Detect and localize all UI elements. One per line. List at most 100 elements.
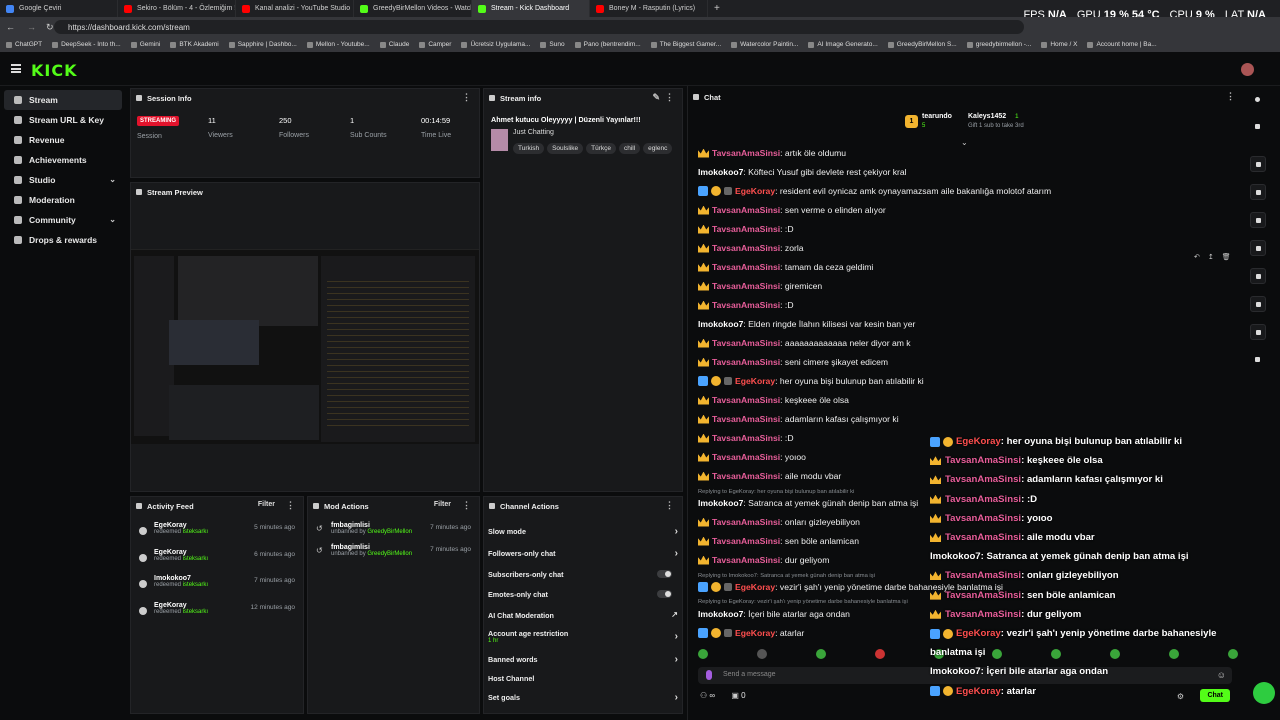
chat-username[interactable]: TavsanAmaSinsi	[712, 471, 780, 481]
info-icon[interactable]	[1250, 92, 1266, 108]
mic-icon[interactable]	[706, 670, 712, 680]
sidebar-item-stream[interactable]: Stream	[4, 90, 122, 110]
chat-username[interactable]: TavsanAmaSinsi	[712, 300, 780, 310]
chat-username[interactable]: TavsanAmaSinsi	[712, 414, 780, 424]
chat-message[interactable]: EgeKoray: atarlar	[698, 627, 804, 639]
chat-message[interactable]: TavsanAmaSinsi: onları gizleyebiliyon	[698, 516, 860, 528]
more-icon[interactable]: ⋮	[462, 92, 471, 103]
bookmark-item[interactable]: AI Image Generato...	[808, 41, 878, 48]
chat-message[interactable]: TavsanAmaSinsi: :D	[698, 299, 794, 311]
chat-message[interactable]: TavsanAmaSinsi: dur geliyom	[698, 554, 829, 566]
chat-message[interactable]: TavsanAmaSinsi: keşkeee öle olsa	[698, 394, 849, 406]
chat-message[interactable]: EgeKoray: her oyuna bişi bulunup ban atı…	[698, 375, 924, 387]
chat-message[interactable]: TavsanAmaSinsi: aile modu vbar	[698, 470, 841, 482]
kick-logo[interactable]: KICK	[31, 61, 78, 80]
bookmark-item[interactable]: Pano (bentrendim...	[574, 41, 641, 48]
chat-username[interactable]: EgeKoray	[735, 376, 775, 386]
chat-username[interactable]: TavsanAmaSinsi	[712, 243, 780, 253]
bookmark-item[interactable]: Gemini	[130, 41, 160, 48]
bookmark-item[interactable]: greedybirmellon -...	[966, 41, 1031, 48]
avatar[interactable]	[1241, 63, 1254, 76]
chat-username[interactable]: TavsanAmaSinsi	[712, 224, 780, 234]
wrench-icon[interactable]	[1250, 324, 1266, 340]
sidebar-item-community[interactable]: Community ⌄	[4, 210, 122, 230]
chat-username[interactable]: TavsanAmaSinsi	[712, 395, 780, 405]
chat-username[interactable]: Imokokoo7	[698, 498, 743, 508]
chat-message[interactable]: TavsanAmaSinsi: zorla	[698, 242, 804, 254]
filter-button[interactable]: Filter	[258, 501, 275, 508]
bookmark-item[interactable]: Account home | Ba...	[1087, 41, 1157, 48]
browser-tab[interactable]: GreedyBirMellon Videos - Watch C	[354, 0, 472, 17]
chat-username[interactable]: TavsanAmaSinsi	[712, 205, 780, 215]
slow-mode-action[interactable]: Slow mode ›	[488, 526, 678, 537]
more-icon[interactable]: ⋮	[665, 500, 674, 511]
edit-icon[interactable]: ✎	[652, 92, 660, 103]
crop-icon[interactable]	[1250, 156, 1266, 172]
ai-moderation-action[interactable]: AI Chat Moderation ↗	[488, 610, 678, 620]
emote-icon[interactable]	[756, 649, 767, 659]
bookmark-item[interactable]: Camper	[419, 41, 451, 48]
subscribers-only-toggle[interactable]	[657, 570, 672, 578]
new-tab-icon[interactable]: +	[708, 3, 726, 14]
chat-message[interactable]: TavsanAmaSinsi: sen verme o elinden alıy…	[698, 204, 886, 216]
browser-tab[interactable]: Boney M - Rasputin (Lyrics)	[590, 0, 708, 17]
sidebar-item-achievements[interactable]: Achievements	[4, 150, 122, 170]
emoji-icon[interactable]: ☺	[1217, 670, 1226, 680]
chat-username[interactable]: TavsanAmaSinsi	[712, 262, 780, 272]
bookmark-item[interactable]: Home / X	[1041, 41, 1077, 48]
chat-username[interactable]: Imokokoo7	[698, 167, 743, 177]
chat-username[interactable]: TavsanAmaSinsi	[712, 452, 780, 462]
chat-username[interactable]: TavsanAmaSinsi	[712, 517, 780, 527]
support-chat-icon[interactable]	[1253, 682, 1275, 704]
collapse-icon[interactable]: ⌄	[961, 138, 968, 147]
emote-icon[interactable]	[1110, 649, 1121, 659]
reply-context[interactable]: Replying to EgeKoray: her oyuna bişi bul…	[698, 489, 854, 495]
stream-preview-video[interactable]	[131, 249, 479, 444]
back-icon[interactable]: ←	[6, 22, 15, 32]
reply-context[interactable]: Replying to EgeKoray: vezir'i şah'ı yeni…	[698, 599, 908, 605]
bookmark-item[interactable]: GreedyBirMellon S...	[887, 41, 957, 48]
chat-username[interactable]: TavsanAmaSinsi	[712, 281, 780, 291]
chat-username[interactable]: EgeKoray	[735, 186, 775, 196]
bookmark-item[interactable]: The Biggest Gamer...	[650, 41, 721, 48]
chat-message[interactable]: Imokokoo7: Satranca at yemek günah denip…	[698, 497, 918, 509]
bookmark-item[interactable]: BTK Akademi	[170, 41, 219, 48]
lightning-icon[interactable]	[1250, 184, 1266, 200]
emote-icon[interactable]	[992, 649, 1003, 659]
sidebar-item-revenue[interactable]: Revenue	[4, 130, 122, 150]
browser-tab[interactable]: Google Çeviri	[0, 0, 118, 17]
chat-message[interactable]: TavsanAmaSinsi: yoıoo	[698, 451, 806, 463]
bookmark-item[interactable]: DeepSeek - Into th...	[52, 41, 121, 48]
chat-username[interactable]: EgeKoray	[735, 582, 775, 592]
host-channel-action[interactable]: Host Channel	[488, 674, 678, 683]
chat-message[interactable]: Imokokoo7: Köfteci Yusuf gibi devlete re…	[698, 166, 907, 178]
more-icon[interactable]: ⋮	[286, 500, 295, 511]
browser-tab[interactable]: Sekiro - Bölüm - 4 - Özlemiğim !!!	[118, 0, 236, 17]
tag-pill[interactable]: Turkish	[513, 143, 545, 154]
chat-message[interactable]: TavsanAmaSinsi: tamam da ceza geldimi	[698, 261, 873, 273]
browser-tab[interactable]: Kanal analizi - YouTube Studio	[236, 0, 354, 17]
chat-message[interactable]: TavsanAmaSinsi: seni cimere şikayet edic…	[698, 356, 888, 368]
pen-icon[interactable]	[1250, 119, 1266, 135]
monitor-icon[interactable]	[1250, 296, 1266, 312]
chat-username[interactable]: TavsanAmaSinsi	[712, 338, 780, 348]
chat-message[interactable]: TavsanAmaSinsi: sen böle anlamican	[698, 535, 859, 547]
bookmark-item[interactable]: Suno	[540, 41, 565, 48]
chat-username[interactable]: Imokokoo7	[698, 319, 743, 329]
emote-icon[interactable]	[815, 649, 826, 659]
sidebar-item-studio[interactable]: Studio ⌄	[4, 170, 122, 190]
emote-icon[interactable]	[1051, 649, 1062, 659]
set-goals-action[interactable]: Set goals ›	[488, 692, 678, 703]
chat-username[interactable]: TavsanAmaSinsi	[712, 536, 780, 546]
bookmark-item[interactable]: ChatGPT	[6, 41, 42, 48]
bookmark-item[interactable]: Watercolor Paintin...	[731, 41, 798, 48]
emotes-only-toggle[interactable]	[657, 590, 672, 598]
more-icon[interactable]: ⋮	[462, 500, 471, 511]
gift-prompt[interactable]: Gift 1 sub to take 3rd	[968, 123, 1024, 129]
chat-message[interactable]: Imokokoo7: Elden ringde İlahın kilisesi …	[698, 318, 915, 330]
sidebar-item-drops[interactable]: Drops & rewards	[4, 230, 122, 250]
browser-tab[interactable]: Stream - Kick Dashboard	[472, 0, 590, 17]
chat-username[interactable]: EgeKoray	[735, 628, 775, 638]
chat-username[interactable]: TavsanAmaSinsi	[712, 433, 780, 443]
emote-icon[interactable]	[1169, 649, 1179, 659]
